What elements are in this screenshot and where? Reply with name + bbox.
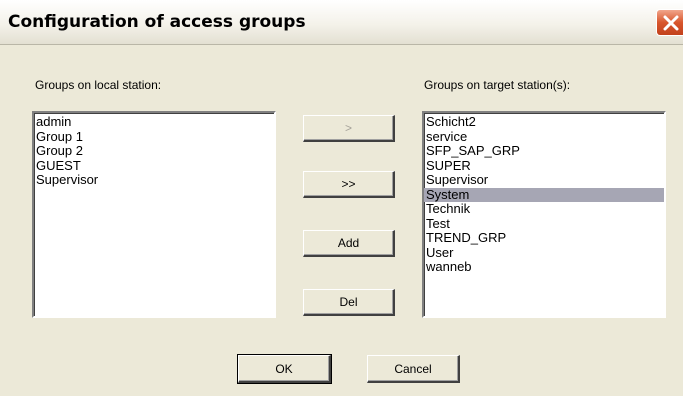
- list-item[interactable]: admin: [34, 114, 274, 130]
- ok-label: OK: [275, 361, 293, 376]
- move-all-button[interactable]: >>: [303, 171, 395, 198]
- list-item[interactable]: SFP_SAP_GRP: [424, 143, 664, 159]
- list-item[interactable]: Supervisor: [34, 172, 274, 188]
- list-item[interactable]: Supervisor: [424, 172, 664, 188]
- add-label: Add: [337, 236, 360, 250]
- list-item[interactable]: SUPER: [424, 158, 664, 174]
- ok-button[interactable]: OK: [237, 354, 332, 384]
- title-bar[interactable]: Configuration of access groups: [0, 0, 683, 45]
- list-item[interactable]: Group 1: [34, 129, 274, 145]
- list-item[interactable]: TREND_GRP: [424, 230, 664, 246]
- list-item[interactable]: User: [424, 245, 664, 261]
- access-groups-dialog: Configuration of access groups Groups on…: [0, 0, 683, 396]
- list-item[interactable]: Technik: [424, 201, 664, 217]
- cancel-button[interactable]: Cancel: [367, 355, 460, 383]
- list-item[interactable]: Group 2: [34, 143, 274, 159]
- move-one-button[interactable]: >: [303, 115, 395, 142]
- del-label: Del: [339, 295, 358, 309]
- list-item[interactable]: GUEST: [34, 158, 274, 174]
- local-groups-label: Groups on local station:: [35, 78, 162, 92]
- del-button[interactable]: Del: [303, 289, 395, 316]
- move-all-label: >>: [341, 177, 356, 191]
- list-item[interactable]: service: [424, 129, 664, 145]
- list-item[interactable]: wanneb: [424, 259, 664, 275]
- target-groups-listbox[interactable]: Schicht2 service SFP_SAP_GRP SUPER Superviso…: [422, 111, 666, 318]
- move-one-label: >: [344, 121, 352, 135]
- add-button[interactable]: Add: [303, 230, 395, 257]
- cancel-label: Cancel: [394, 361, 432, 376]
- local-groups-listbox[interactable]: admin Group 1 Group 2 GUEST Supervisor: [32, 111, 276, 318]
- list-item[interactable]: Test: [424, 216, 664, 232]
- close-button[interactable]: [656, 9, 683, 36]
- target-groups-label: Groups on target station(s):: [424, 78, 571, 92]
- dialog-title: Configuration of access groups: [8, 12, 306, 32]
- list-item[interactable]: Schicht2: [424, 114, 664, 130]
- list-item[interactable]: System: [424, 187, 664, 202]
- close-icon: [663, 15, 679, 31]
